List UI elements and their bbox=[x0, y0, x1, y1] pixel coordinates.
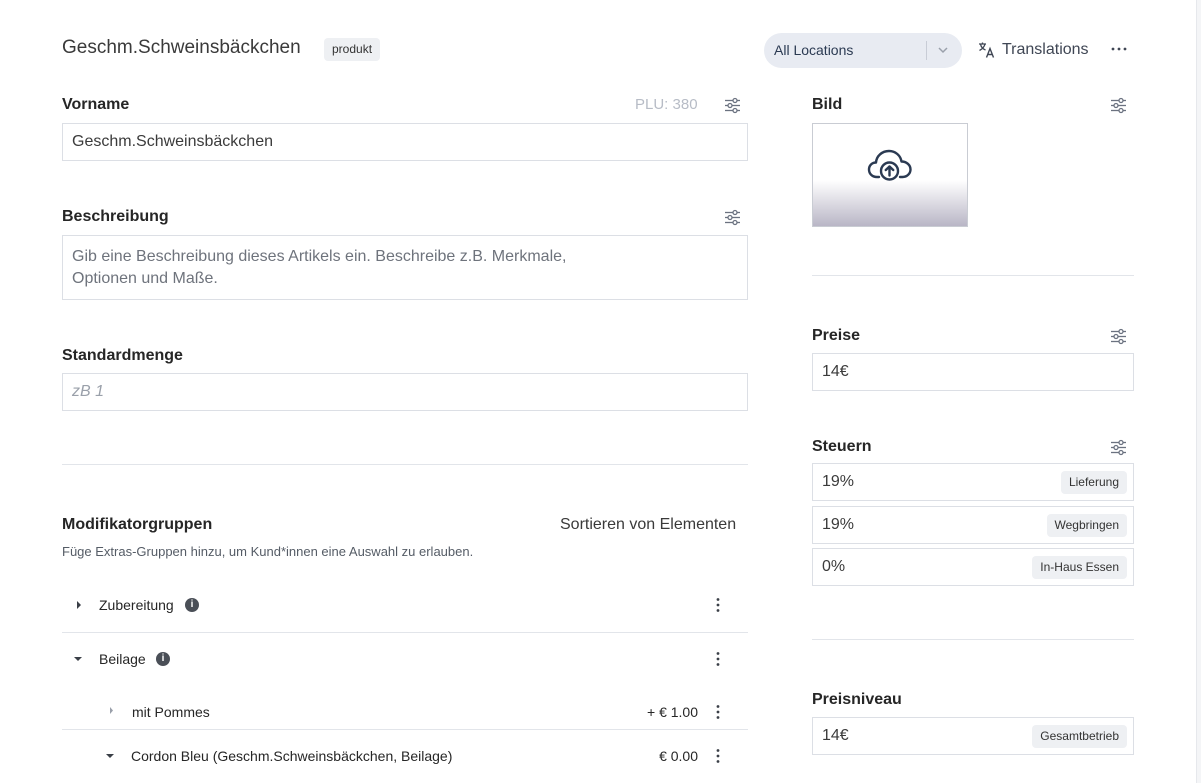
translations-button[interactable]: Translations bbox=[978, 39, 1089, 61]
description-placeholder-line: Optionen und Maße. bbox=[72, 270, 218, 287]
more-vertical-icon[interactable] bbox=[711, 748, 725, 764]
price-level-label: Preisniveau bbox=[812, 691, 902, 708]
tax-input-takeaway[interactable]: 19% Wegbringen bbox=[812, 506, 1134, 544]
divider bbox=[62, 464, 748, 465]
more-horizontal-icon[interactable] bbox=[1110, 40, 1128, 58]
modifier-item-name: Cordon Bleu (Geschm.Schweinsbäckchen, Be… bbox=[131, 748, 453, 764]
translate-icon bbox=[979, 42, 995, 58]
divider bbox=[812, 275, 1134, 276]
sliders-icon[interactable] bbox=[724, 209, 741, 226]
modifier-item-price: + € 1.00 bbox=[647, 704, 698, 720]
price-level-input[interactable]: 14€ Gesamtbetrieb bbox=[812, 717, 1134, 755]
tax-tag: Lieferung bbox=[1060, 471, 1127, 494]
price-level-value: 14€ bbox=[822, 727, 849, 744]
modifier-item-name: mit Pommes bbox=[132, 704, 210, 720]
tax-tag: Wegbringen bbox=[1046, 514, 1127, 537]
modifier-item-row[interactable]: mit Pommes + € 1.00 bbox=[62, 690, 748, 728]
sliders-icon[interactable] bbox=[1110, 439, 1127, 456]
modifier-group-row[interactable]: Zubereitung i bbox=[62, 582, 748, 632]
prices-label: Preise bbox=[812, 327, 861, 344]
tax-input-dine-in[interactable]: 0% In-Haus Essen bbox=[812, 548, 1134, 586]
tax-tag: In-Haus Essen bbox=[1032, 556, 1127, 579]
image-label: Bild bbox=[812, 96, 843, 113]
sliders-icon[interactable] bbox=[1110, 97, 1127, 114]
tax-input-delivery[interactable]: 19% Lieferung bbox=[812, 463, 1134, 501]
modifier-group-name: Beilage bbox=[99, 651, 146, 667]
chevron-down-icon bbox=[938, 47, 948, 54]
description-label: Beschreibung bbox=[62, 208, 169, 225]
price-input[interactable]: 14€ bbox=[812, 353, 1134, 391]
tax-value: 19% bbox=[822, 516, 855, 533]
default-qty-input[interactable]: zB 1 bbox=[62, 373, 748, 411]
page-title: Geschm.Schweinsbäckchen bbox=[62, 37, 301, 58]
info-icon[interactable]: i bbox=[156, 652, 170, 666]
translations-label: Translations bbox=[1002, 41, 1089, 58]
price-level-tag: Gesamtbetrieb bbox=[1032, 725, 1127, 748]
image-upload-dropzone[interactable] bbox=[812, 123, 968, 227]
modifier-group-name: Zubereitung bbox=[99, 597, 174, 613]
more-vertical-icon[interactable] bbox=[711, 651, 725, 667]
more-vertical-icon[interactable] bbox=[711, 597, 725, 613]
caret-down-icon[interactable] bbox=[73, 655, 83, 663]
tax-value: 0% bbox=[822, 558, 846, 575]
caret-right-icon[interactable] bbox=[75, 600, 83, 610]
plu-text: PLU: 380 bbox=[635, 96, 698, 113]
select-divider bbox=[926, 41, 927, 60]
sliders-icon[interactable] bbox=[724, 97, 741, 114]
modifier-item-row[interactable]: Cordon Bleu (Geschm.Schweinsbäckchen, Be… bbox=[62, 734, 748, 778]
tax-value: 19% bbox=[822, 473, 855, 490]
cloud-upload-icon bbox=[867, 149, 912, 181]
modifier-group-row[interactable]: Beilage i bbox=[62, 636, 748, 682]
taxes-label: Steuern bbox=[812, 438, 872, 455]
name-label: Vorname bbox=[62, 96, 130, 113]
sort-items-button[interactable]: Sortieren von Elementen bbox=[560, 516, 736, 534]
description-textarea[interactable]: Gib eine Beschreibung dieses Artikels ei… bbox=[62, 235, 748, 300]
info-icon[interactable]: i bbox=[185, 598, 199, 612]
divider bbox=[812, 639, 1134, 640]
modifier-item-price: € 0.00 bbox=[659, 748, 698, 764]
type-badge: produkt bbox=[324, 38, 381, 61]
description-placeholder-line: Gib eine Beschreibung dieses Artikels ei… bbox=[72, 248, 567, 265]
modifier-groups-subtitle: Füge Extras-Gruppen hinzu, um Kund*innen… bbox=[62, 544, 474, 559]
caret-right-icon[interactable] bbox=[108, 706, 115, 715]
name-input[interactable]: Geschm.Schweinsbäckchen bbox=[62, 123, 748, 161]
location-select-value: All Locations bbox=[774, 42, 854, 58]
default-qty-label: Standardmenge bbox=[62, 347, 183, 364]
caret-down-icon[interactable] bbox=[105, 752, 115, 760]
divider bbox=[62, 632, 748, 633]
more-vertical-icon[interactable] bbox=[711, 704, 725, 720]
location-select[interactable]: All Locations bbox=[764, 33, 962, 68]
scrollbar[interactable] bbox=[1196, 0, 1201, 783]
divider bbox=[62, 729, 748, 730]
sliders-icon[interactable] bbox=[1110, 328, 1127, 345]
modifier-groups-title: Modifikatorgruppen bbox=[62, 516, 213, 533]
